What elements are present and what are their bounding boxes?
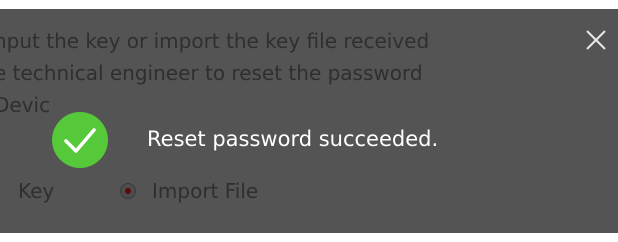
reset-password-dialog: nput the key or import the key file rece… bbox=[0, 9, 618, 233]
success-check-icon bbox=[52, 112, 108, 168]
toast-message: Reset password succeeded. bbox=[147, 127, 439, 151]
screen: nput the key or import the key file rece… bbox=[0, 0, 618, 242]
key-option-label[interactable]: Key bbox=[18, 175, 54, 207]
close-button[interactable] bbox=[584, 28, 608, 52]
dialog-description: nput the key or import the key file rece… bbox=[0, 25, 534, 121]
key-source-options: Key Import File bbox=[0, 175, 400, 207]
description-line: nput the key or import the key file rece… bbox=[0, 29, 430, 53]
import-file-radio[interactable] bbox=[120, 183, 136, 199]
close-icon bbox=[586, 30, 606, 50]
success-toast: Reset password succeeded. bbox=[52, 112, 552, 168]
import-file-label[interactable]: Import File bbox=[152, 175, 258, 207]
description-line: e technical engineer to reset the passwo… bbox=[0, 61, 423, 85]
